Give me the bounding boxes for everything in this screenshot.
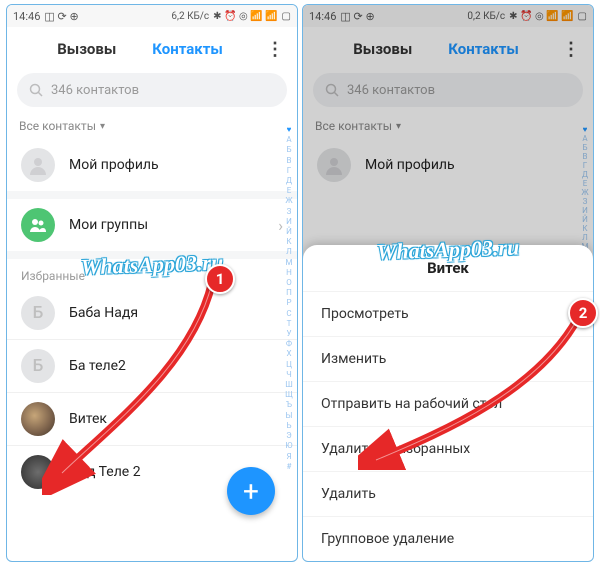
contact-row[interactable]: Б Баба Надя xyxy=(7,287,297,339)
alpha-letter[interactable]: ♥ xyxy=(287,125,292,134)
alpha-letter[interactable]: Ю xyxy=(285,441,292,450)
alpha-index[interactable]: ♥АБВГДЕЖЗИЙКЛМНОПРСТУФХЦЧШЩЪЫЬЭЮЯ# xyxy=(283,125,295,471)
avatar-photo xyxy=(21,455,55,489)
alpha-letter[interactable]: М xyxy=(286,258,293,267)
alpha-letter[interactable]: Н xyxy=(286,268,292,277)
alpha-letter[interactable]: В xyxy=(287,156,292,165)
alpha-letter[interactable]: Ж xyxy=(285,196,292,205)
add-contact-fab[interactable]: + xyxy=(227,467,275,515)
search-icon xyxy=(29,83,43,97)
search-input[interactable]: 346 контактов xyxy=(17,73,287,107)
favorites-header: Избранные xyxy=(7,259,297,287)
alpha-letter[interactable]: Х xyxy=(286,349,291,358)
avatar-placeholder-icon xyxy=(21,148,55,182)
status-net: 6,2 КБ/с xyxy=(171,11,209,22)
status-time: 14:46 xyxy=(13,10,40,23)
tab-calls[interactable]: Вызовы xyxy=(39,40,134,58)
alpha-letter[interactable]: Р xyxy=(286,298,291,307)
alpha-letter[interactable]: З xyxy=(287,207,292,216)
plus-icon: + xyxy=(243,475,259,508)
contacts-filter[interactable]: Все контакты ▾ xyxy=(7,113,297,139)
alpha-letter[interactable]: Ы xyxy=(286,411,293,420)
alpha-letter[interactable]: К xyxy=(286,237,291,246)
annotation-badge-2: 2 xyxy=(568,298,598,328)
sheet-option-edit[interactable]: Изменить xyxy=(303,336,593,381)
alpha-letter[interactable]: Й xyxy=(286,227,292,236)
alpha-letter[interactable]: # xyxy=(287,462,292,471)
alpha-letter[interactable]: А xyxy=(286,135,291,144)
alpha-letter[interactable]: Щ xyxy=(285,390,293,399)
annotation-badge-1: 1 xyxy=(205,264,235,294)
phone-screen-right: 14:46◫ ⟳ ⊕ 0,2 КБ/с✱ ⏰ ◎ 📶 📶▢ Вызовы Кон… xyxy=(302,4,594,562)
groups-icon xyxy=(21,208,55,242)
sheet-title: Витек xyxy=(303,245,593,291)
sheet-option-delete[interactable]: Удалить xyxy=(303,471,593,516)
more-menu-icon[interactable]: ⋮ xyxy=(263,39,287,60)
alpha-letter[interactable]: Ь xyxy=(286,421,291,430)
tab-contacts[interactable]: Контакты xyxy=(134,40,241,58)
alpha-letter[interactable]: Б xyxy=(286,145,291,154)
row-my-groups[interactable]: Мои группы › xyxy=(7,199,297,251)
alpha-letter[interactable]: Т xyxy=(287,319,292,328)
alpha-letter[interactable]: Я xyxy=(286,452,291,461)
alpha-letter[interactable]: О xyxy=(286,278,292,287)
alpha-letter[interactable]: Ч xyxy=(286,370,291,379)
contact-row[interactable]: Б Ба теле2 xyxy=(7,339,297,392)
row-my-profile[interactable]: Мой профиль xyxy=(7,139,297,191)
avatar-letter: Б xyxy=(21,296,55,330)
battery-icon: ▢ xyxy=(282,11,291,22)
status-bar: 14:46◫ ⟳ ⊕ 6,2 КБ/с✱ ⏰ ◎ 📶 📶▢ xyxy=(7,5,297,27)
context-sheet: Витек Просмотреть Изменить Отправить на … xyxy=(303,245,593,561)
alpha-letter[interactable]: Л xyxy=(286,247,292,256)
alpha-letter[interactable]: Г xyxy=(287,166,291,175)
chevron-down-icon: ▾ xyxy=(100,121,105,132)
alpha-letter[interactable]: Ъ xyxy=(286,400,292,409)
sheet-option-group-delete[interactable]: Групповое удаление xyxy=(303,516,593,561)
alpha-letter[interactable]: Ф xyxy=(286,339,292,348)
alpha-letter[interactable]: И xyxy=(286,217,292,226)
alpha-letter[interactable]: С xyxy=(286,309,291,318)
alpha-letter[interactable]: Э xyxy=(286,431,291,440)
alpha-letter[interactable]: Д xyxy=(286,176,292,185)
tabs-bar: Вызовы Контакты ⋮ xyxy=(7,27,297,71)
search-placeholder: 346 контактов xyxy=(51,83,139,98)
alpha-letter[interactable]: У xyxy=(286,329,291,338)
status-icons-left: ◫ ⟳ ⊕ xyxy=(44,10,78,23)
contact-row-vitek[interactable]: Витек xyxy=(7,392,297,445)
avatar-photo xyxy=(21,402,55,436)
alpha-letter[interactable]: П xyxy=(286,288,292,297)
alpha-letter[interactable]: Е xyxy=(287,186,292,195)
avatar-letter: Б xyxy=(21,349,55,383)
alpha-letter[interactable]: Ш xyxy=(285,380,293,389)
sheet-option-remove-fav[interactable]: Удалить из избранных xyxy=(303,426,593,471)
alpha-letter[interactable]: Ц xyxy=(286,360,292,369)
phone-screen-left: 14:46◫ ⟳ ⊕ 6,2 КБ/с✱ ⏰ ◎ 📶 📶▢ Вызовы Кон… xyxy=(6,4,298,562)
sheet-option-send-desktop[interactable]: Отправить на рабочий стол xyxy=(303,381,593,426)
sheet-option-view[interactable]: Просмотреть xyxy=(303,291,593,336)
